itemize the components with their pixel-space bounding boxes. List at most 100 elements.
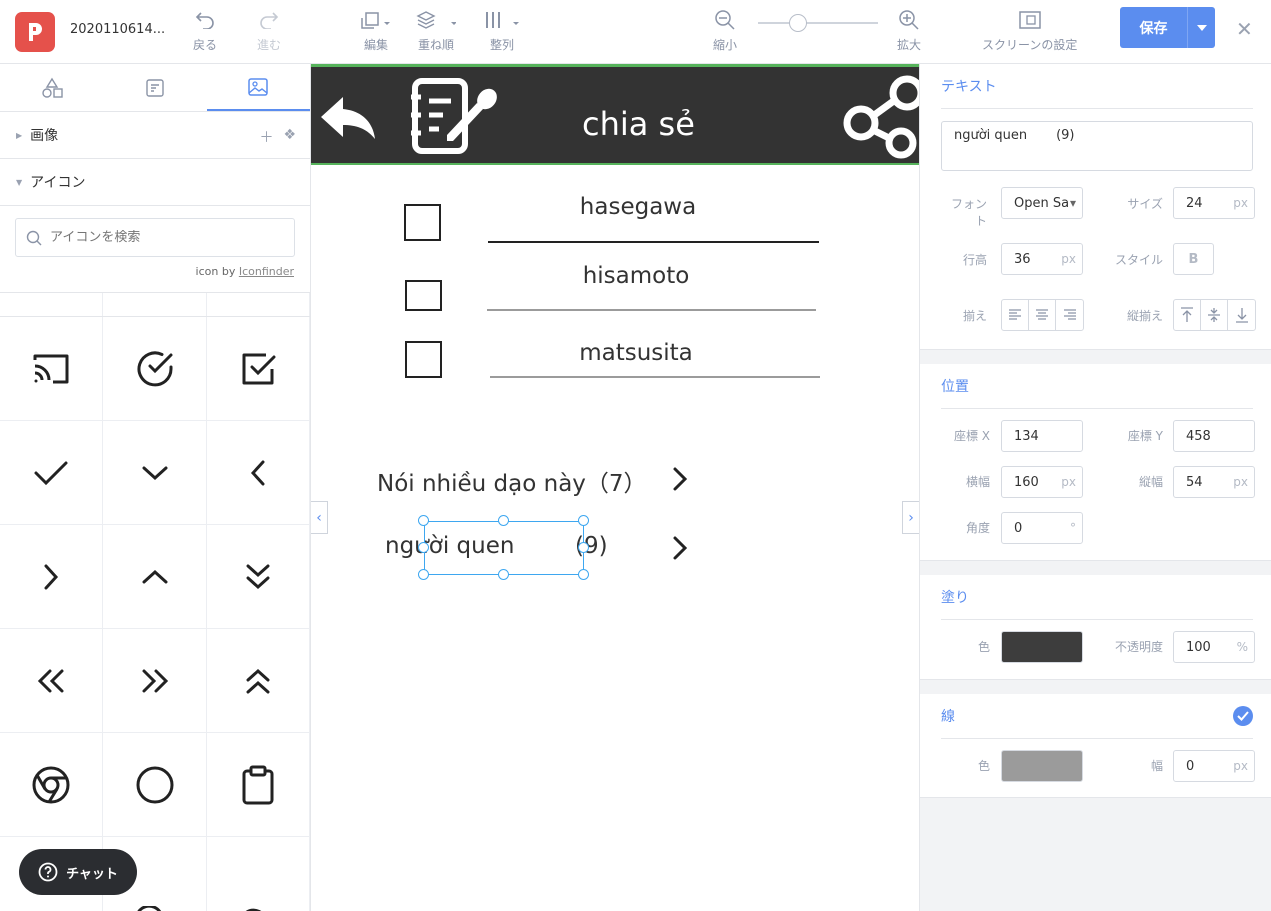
collapse-left-panel-button[interactable]: ‹ [311, 501, 328, 534]
properties-panel: テキスト người quen (9) フォント Open Sa ▾ サイズ 24… [919, 64, 1271, 911]
icon-search-field[interactable] [15, 218, 295, 257]
stroke-enabled-toggle[interactable] [1233, 706, 1253, 726]
screen-settings-button[interactable]: スクリーンの設定 [982, 8, 1077, 53]
tab-images[interactable] [206, 64, 310, 111]
font-size-field[interactable]: 24 px [1173, 187, 1255, 219]
zoom-out-button[interactable]: 縮小 [713, 8, 737, 53]
caret-down-icon [1196, 24, 1207, 31]
undo-icon [195, 8, 215, 32]
chevron-right-icon[interactable] [672, 466, 688, 492]
width-field[interactable]: 160 px [1001, 466, 1083, 498]
resize-handle-n[interactable] [498, 515, 509, 526]
order-menu-button[interactable]: 重ね順 [416, 8, 456, 53]
top-toolbar: 2020110614... 戻る 進む 編集 重ね順 整列 縮小 拡大 スクリー… [0, 0, 1271, 64]
cloud-lightning-icon[interactable] [207, 837, 310, 911]
dropbox-icon[interactable]: ❖ [283, 127, 296, 147]
underline-matsusita[interactable] [490, 376, 820, 378]
tab-components[interactable] [103, 64, 206, 111]
resize-handle-ne[interactable] [578, 515, 589, 526]
design-canvas[interactable]: chia sẻ hasegawa hisamoto matsusita Nói … [311, 64, 919, 911]
name-label-hasegawa[interactable]: hasegawa [473, 194, 803, 220]
section-title-stroke: 線 [941, 694, 1253, 739]
notebook-edit-icon[interactable] [409, 77, 501, 157]
resize-handle-w[interactable] [418, 542, 429, 553]
check-square-icon[interactable] [207, 317, 310, 421]
stroke-color-swatch[interactable] [1001, 750, 1083, 782]
selection-box[interactable] [424, 521, 584, 575]
add-icon[interactable]: ＋ [259, 127, 273, 147]
file-name[interactable]: 2020110614... [70, 22, 165, 37]
chrome-icon[interactable] [0, 733, 103, 837]
stroke-width-field[interactable]: 0 px [1173, 750, 1255, 782]
resize-handle-sw[interactable] [418, 569, 429, 580]
header-title[interactable]: chia sẻ [582, 105, 695, 143]
resize-handle-e[interactable] [578, 542, 589, 553]
align-menu-button[interactable]: 整列 [483, 8, 521, 53]
chevrons-right-icon[interactable] [103, 629, 207, 733]
checkbox-hisamoto[interactable] [405, 280, 442, 311]
menu-row-talkative[interactable]: Nói nhiều dạo này（7） [377, 464, 647, 498]
height-field[interactable]: 54 px [1173, 466, 1255, 498]
redo-button[interactable]: 進む [257, 8, 281, 53]
clipboard-icon[interactable] [207, 733, 310, 837]
align-left-icon[interactable] [1002, 300, 1029, 330]
font-select[interactable]: Open Sa ▾ [1001, 187, 1083, 219]
checkbox-matsusita[interactable] [405, 341, 442, 378]
align-bottom-icon[interactable] [1228, 300, 1255, 330]
position-y-field[interactable]: 458 [1173, 420, 1255, 452]
chevron-right-icon[interactable] [672, 535, 688, 561]
share-icon[interactable] [841, 73, 919, 159]
underline-hasegawa[interactable] [488, 241, 819, 243]
icon-credit: icon by Iconfinder [195, 265, 294, 278]
align-icon [483, 8, 521, 32]
align-center-icon[interactable] [1029, 300, 1056, 330]
resize-handle-nw[interactable] [418, 515, 429, 526]
align-right-icon[interactable] [1056, 300, 1083, 330]
back-arrow-icon[interactable] [319, 95, 379, 141]
chevron-right-icon: › [908, 509, 914, 526]
zoom-slider-track[interactable] [758, 22, 878, 24]
circle-icon[interactable] [103, 733, 207, 837]
save-dropdown-button[interactable] [1188, 7, 1215, 48]
icon-search-input[interactable] [50, 230, 270, 245]
underline-hisamoto[interactable] [487, 309, 816, 311]
check-circle-icon[interactable] [103, 317, 207, 421]
line-height-field[interactable]: 36 px [1001, 243, 1083, 275]
collapse-right-panel-button[interactable]: › [902, 501, 919, 534]
check-icon[interactable] [0, 421, 103, 525]
name-label-hisamoto[interactable]: hisamoto [471, 263, 801, 289]
chevrons-up-icon[interactable] [207, 629, 310, 733]
align-middle-icon[interactable] [1201, 300, 1228, 330]
fill-color-swatch[interactable] [1001, 631, 1083, 663]
position-x-field[interactable]: 134 [1001, 420, 1083, 452]
resize-handle-se[interactable] [578, 569, 589, 580]
save-button[interactable]: 保存 [1120, 7, 1188, 48]
name-label-matsusita[interactable]: matsusita [471, 340, 801, 366]
chevron-down-icon[interactable] [103, 421, 207, 525]
app-logo[interactable] [15, 12, 55, 52]
rotation-field[interactable]: 0 ° [1001, 512, 1083, 544]
zoom-slider-knob[interactable] [789, 14, 807, 32]
chat-button[interactable]: チャット [19, 849, 137, 895]
bold-toggle[interactable]: B [1173, 243, 1214, 275]
chevrons-left-icon[interactable] [0, 629, 103, 733]
icons-section-header[interactable]: ▼ アイコン [0, 159, 310, 206]
chevron-up-icon[interactable] [103, 525, 207, 629]
zoom-in-button[interactable]: 拡大 [897, 8, 921, 53]
chevron-right-icon[interactable] [0, 525, 103, 629]
iconfinder-link[interactable]: Iconfinder [239, 265, 294, 278]
close-icon[interactable]: ✕ [1236, 17, 1253, 41]
mock-app-header[interactable]: chia sẻ [311, 64, 919, 165]
checkbox-hasegawa[interactable] [404, 204, 441, 241]
align-top-icon[interactable] [1174, 300, 1201, 330]
undo-button[interactable]: 戻る [193, 8, 217, 53]
chevrons-down-icon[interactable] [207, 525, 310, 629]
resize-handle-s[interactable] [498, 569, 509, 580]
tab-shapes[interactable] [0, 64, 103, 111]
edit-menu-button[interactable]: 編集 [360, 8, 392, 53]
cast-icon[interactable] [0, 317, 103, 421]
opacity-field[interactable]: 100% [1173, 631, 1255, 663]
text-content-field[interactable]: người quen (9) [941, 121, 1253, 171]
images-section-header[interactable]: ▶ 画像 ＋ ❖ [0, 112, 310, 159]
chevron-left-icon[interactable] [207, 421, 310, 525]
